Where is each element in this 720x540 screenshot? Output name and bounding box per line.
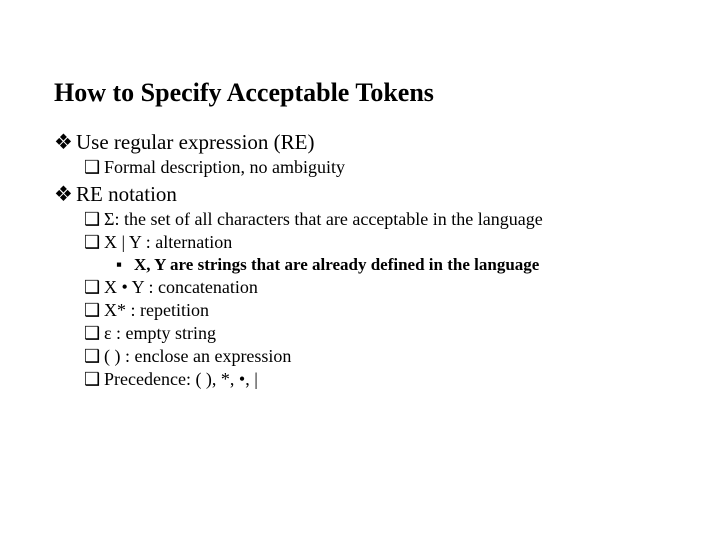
- bullet-text: X • Y : concatenation: [104, 277, 258, 298]
- square-icon: ❑: [84, 157, 104, 178]
- slide: How to Specify Acceptable Tokens ❖ Use r…: [0, 0, 720, 390]
- bullet-l2: ❑ X* : repetition: [84, 300, 666, 321]
- bullet-l2: ❑ ( ) : enclose an expression: [84, 346, 666, 367]
- bullet-text: Σ: the set of all characters that are ac…: [104, 209, 543, 230]
- bullet-text: Precedence: ( ), *, •, |: [104, 369, 258, 390]
- bullet-text: Formal description, no ambiguity: [104, 157, 345, 178]
- square-icon: ❑: [84, 277, 104, 298]
- bullet-l2: ❑ X | Y : alternation: [84, 232, 666, 253]
- bullet-text: ( ) : enclose an expression: [104, 346, 291, 367]
- square-icon: ❑: [84, 232, 104, 253]
- bullet-l2: ❑ Formal description, no ambiguity: [84, 157, 666, 178]
- bullet-l3: ▪ X, Y are strings that are already defi…: [116, 255, 666, 275]
- bullet-text: X, Y are strings that are already define…: [134, 255, 539, 275]
- bullet-l2: ❑ Precedence: ( ), *, •, |: [84, 369, 666, 390]
- bullet-text: Use regular expression (RE): [76, 130, 315, 155]
- square-icon: ❑: [84, 369, 104, 390]
- bullet-l1: ❖ Use regular expression (RE): [54, 130, 666, 155]
- bullet-l1: ❖ RE notation: [54, 182, 666, 207]
- square-icon: ❑: [84, 346, 104, 367]
- bullet-l2: ❑ Σ: the set of all characters that are …: [84, 209, 666, 230]
- blacksquare-icon: ▪: [116, 255, 134, 275]
- square-icon: ❑: [84, 209, 104, 230]
- bullet-text: ε : empty string: [104, 323, 216, 344]
- square-icon: ❑: [84, 300, 104, 321]
- bullet-l2: ❑ X • Y : concatenation: [84, 277, 666, 298]
- bullet-l2: ❑ ε : empty string: [84, 323, 666, 344]
- diamond-icon: ❖: [54, 182, 76, 207]
- bullet-text: RE notation: [76, 182, 177, 207]
- diamond-icon: ❖: [54, 130, 76, 155]
- square-icon: ❑: [84, 323, 104, 344]
- bullet-text: X* : repetition: [104, 300, 209, 321]
- bullet-text: X | Y : alternation: [104, 232, 232, 253]
- slide-title: How to Specify Acceptable Tokens: [54, 78, 666, 108]
